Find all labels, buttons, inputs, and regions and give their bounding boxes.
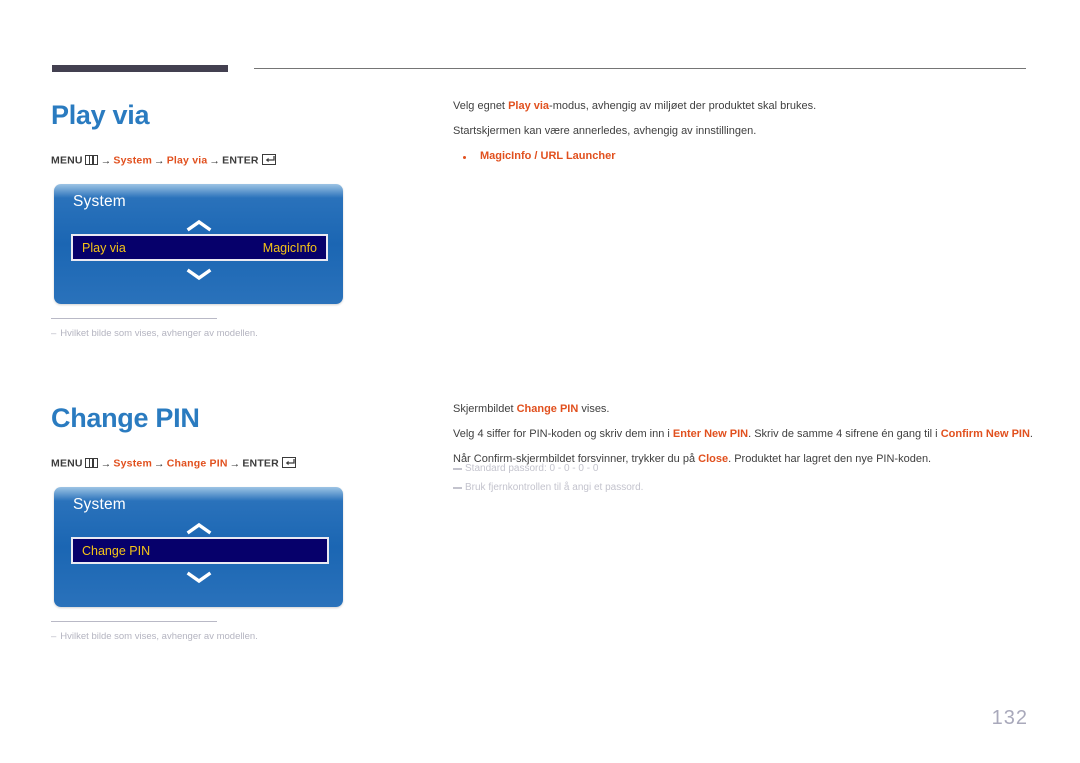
menu-grid-icon (84, 154, 98, 165)
description-line-1: Velg egnet Play via-modus, avhengig av m… (453, 100, 1033, 113)
chevron-up-icon[interactable] (54, 219, 343, 232)
desc-line1-accent: Play via (508, 100, 550, 112)
note-item: Bruk fjernkontrollen til å angi et passo… (453, 482, 643, 493)
desc-line1-pre: Velg egnet (453, 100, 509, 112)
footnote-change-pin: – Hvilket bilde som vises, avhenger av mo… (51, 621, 258, 642)
menu-path-arrow-2: → (153, 154, 165, 167)
pin-l1-post: vises. (578, 403, 610, 415)
pin-l2-accent1: Enter New PIN (672, 427, 749, 440)
header-rule-thick (52, 65, 228, 72)
enter-return-icon (261, 154, 276, 165)
page-title-play-via: Play via (51, 100, 150, 130)
footnote-text: Hvilket bilde som vises, avhenger av mod… (60, 631, 258, 642)
osd-row-label: Change PIN (82, 543, 151, 558)
manual-page: Play via MENU → System → Play via → ENTER Syst… (0, 0, 1080, 763)
description-play-via: Velg egnet Play via-modus, avhengig av m… (453, 100, 1033, 162)
menu-path-arrow-1: → (100, 154, 112, 167)
osd-preview-change-pin: System Change PIN (54, 487, 343, 607)
bullet-item-modes: MagicInfo / URL Launcher (453, 150, 1033, 162)
bullet-dot-icon (463, 155, 466, 159)
footnote-text-row: – Hvilket bilde som vises, avhenger av mo… (51, 631, 258, 642)
chevron-down-icon[interactable] (54, 268, 343, 281)
menu-path-enter-label: ENTER (222, 154, 259, 167)
menu-grid-icon (84, 457, 98, 468)
desc-line1-post: -modus, avhengig av miljøet der produkte… (549, 100, 817, 112)
footnote-dash: – (51, 328, 57, 339)
bullet-item-label: MagicInfo / URL Launcher (480, 149, 616, 162)
pin-l3-accent: Close (698, 452, 729, 465)
menu-path-play-via: MENU → System → Play via → ENTER (51, 154, 276, 167)
osd-preview-play-via: System Play via MagicInfo (54, 184, 343, 304)
pin-l2-post: . (1029, 427, 1033, 440)
menu-path-arrow-3: → (229, 457, 241, 470)
menu-path-level2: Play via (166, 154, 208, 167)
note-text: Standard passord: 0 - 0 - 0 - 0 (465, 463, 599, 474)
note-dash-icon (453, 487, 462, 489)
page-number: 132 (991, 707, 1028, 729)
notes-change-pin: Standard passord: 0 - 0 - 0 - 0 Bruk fje… (453, 463, 643, 501)
menu-path-arrow-1: → (100, 457, 112, 470)
footnote-text: Hvilket bilde som vises, avhenger av mod… (60, 328, 258, 339)
footnote-text-row: – Hvilket bilde som vises, avhenger av mo… (51, 328, 258, 339)
osd-title: System (73, 496, 126, 513)
header-rule-thin (254, 68, 1026, 69)
description-line-2: Velg 4 siffer for PIN-koden og skriv dem… (453, 428, 1033, 441)
chevron-down-icon[interactable] (54, 571, 343, 584)
menu-path-level1: System (113, 457, 152, 470)
pin-l2-mid: . Skriv de samme 4 sifrene én gang til i (748, 427, 941, 440)
description-change-pin: Skjermbildet Change PIN vises. Velg 4 si… (453, 403, 1033, 466)
page-title-change-pin: Change PIN (51, 403, 200, 433)
footnote-dash: – (51, 631, 57, 642)
pin-l2-pre: Velg 4 siffer for PIN-koden og skriv dem… (453, 427, 673, 440)
osd-menu-row-change-pin[interactable]: Change PIN (71, 537, 329, 564)
pin-l1-pre: Skjermbildet (453, 403, 517, 415)
menu-path-menu-label: MENU (51, 457, 83, 470)
description-line-2: Startskjermen kan være annerledes, avhen… (453, 124, 757, 137)
menu-path-arrow-2: → (153, 457, 165, 470)
menu-path-change-pin: MENU → System → Change PIN → ENTER (51, 457, 296, 470)
footnote-divider (51, 621, 217, 622)
footnote-divider (51, 318, 217, 319)
menu-path-level2: Change PIN (166, 457, 228, 470)
pin-l1-accent: Change PIN (516, 403, 579, 415)
note-item: Standard passord: 0 - 0 - 0 - 0 (453, 463, 643, 474)
osd-title: System (73, 193, 126, 210)
note-dash-icon (453, 468, 462, 470)
osd-menu-row-play-via[interactable]: Play via MagicInfo (71, 234, 328, 261)
note-text: Bruk fjernkontrollen til å angi et passo… (465, 482, 644, 493)
pin-l2-accent2: Confirm New PIN (940, 427, 1030, 440)
osd-row-value: MagicInfo (262, 240, 317, 255)
footnote-play-via: – Hvilket bilde som vises, avhenger av mo… (51, 318, 258, 339)
chevron-up-icon[interactable] (54, 522, 343, 535)
enter-return-icon (281, 457, 296, 468)
description-line-1: Skjermbildet Change PIN vises. (453, 403, 1033, 416)
menu-path-menu-label: MENU (51, 154, 83, 167)
menu-path-arrow-3: → (209, 154, 221, 167)
menu-path-level1: System (113, 154, 152, 167)
osd-row-label: Play via (82, 240, 126, 255)
menu-path-enter-label: ENTER (242, 457, 279, 470)
pin-l3-post: . Produktet har lagret den nye PIN-koden… (728, 452, 932, 465)
